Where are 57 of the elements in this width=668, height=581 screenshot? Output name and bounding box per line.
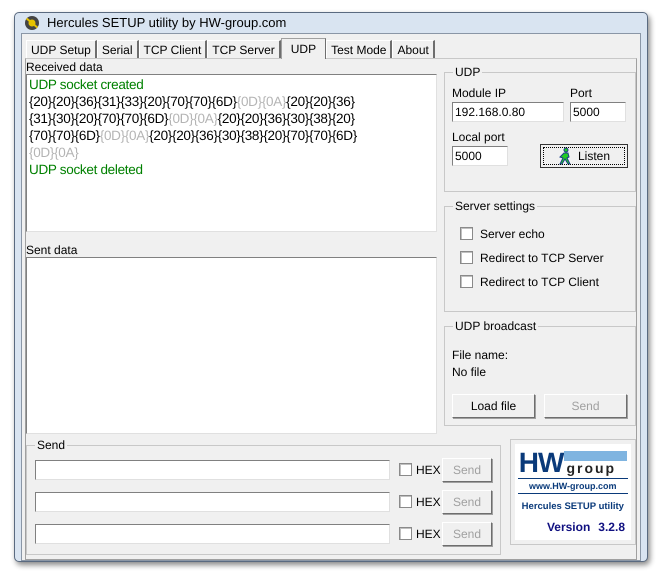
send-input[interactable] — [35, 524, 390, 544]
tab[interactable]: UDP — [280, 38, 326, 58]
version-label: Version — [546, 518, 590, 536]
data-bytes: {20}{20}{36}{31}{33}{20}{70}{70}{6D} — [29, 92, 237, 110]
hex-label: HEX — [416, 526, 442, 542]
control-bytes: {0D}{0A} — [29, 144, 78, 160]
checkbox[interactable] — [460, 275, 473, 288]
tab[interactable]: TCP Client — [138, 40, 208, 58]
file-name-value: No file — [452, 364, 488, 380]
option-label: Redirect to TCP Client — [480, 274, 599, 288]
file-name-label: File name: — [452, 346, 510, 364]
tab[interactable]: Test Mode — [326, 40, 392, 58]
data-bytes: {20}{20}{36}{30}{38}{20}{70}{70}{6D} — [149, 126, 357, 144]
tab[interactable]: About — [392, 40, 435, 58]
module-ip-label: Module IP — [452, 84, 508, 102]
product-name: Hercules SETUP utility — [522, 500, 624, 514]
hex-label: HEX — [416, 462, 442, 478]
sent-data-label: Sent data — [26, 242, 78, 256]
data-bytes: {20}{20}{36} — [286, 92, 355, 110]
data-bytes: {31}{30}{20}{70}{70}{6D} — [29, 110, 168, 126]
local-port-label: Local port — [452, 128, 506, 146]
module-ip-field[interactable]: 192.168.0.80 — [452, 102, 564, 122]
control-bytes: {0D}{0A} — [100, 126, 150, 144]
status-message: UDP socket deleted — [29, 160, 144, 178]
group-title: Send — [35, 438, 68, 452]
logo-mark: HW — [518, 450, 564, 474]
received-data-label: Received data — [26, 60, 104, 74]
port-label: Port — [570, 84, 594, 102]
listen-button[interactable]: Listen — [540, 144, 628, 168]
send-input[interactable] — [35, 460, 390, 480]
tab[interactable]: Serial — [96, 40, 138, 58]
data-bytes: {20}{20}{36}{30}{38}{20} — [218, 110, 355, 126]
option-label: Redirect to TCP Server — [480, 250, 604, 264]
logo-bar — [564, 450, 627, 460]
hex-label: HEX — [416, 494, 442, 510]
window-title: Hercules SETUP utility by HW-group.com — [47, 14, 286, 32]
control-bytes: {0D}{0A} — [236, 92, 286, 110]
local-port-field[interactable]: 5000 — [452, 146, 508, 166]
group-title: UDP — [453, 64, 482, 78]
port-field[interactable]: 5000 — [570, 102, 626, 122]
data-bytes: {70}{70}{6D} — [29, 126, 100, 144]
logo-url: www.HW-group.com — [518, 478, 628, 494]
checkbox[interactable] — [460, 251, 473, 264]
group-title: Server settings — [453, 198, 538, 212]
logo-group: group — [566, 460, 627, 474]
walking-figure-icon — [558, 146, 572, 164]
send-input[interactable] — [35, 492, 390, 512]
load-file-button[interactable]: Load file — [452, 394, 535, 418]
app-icon — [23, 14, 41, 32]
status-message: UDP socket created — [29, 76, 144, 92]
tab[interactable]: TCP Server — [207, 40, 281, 58]
checkbox[interactable] — [460, 227, 473, 240]
group-title: UDP broadcast — [453, 318, 538, 332]
option-label: Server echo — [480, 226, 545, 240]
control-bytes: {0D}{0A} — [168, 110, 218, 126]
version-number: 3.2.8 — [598, 518, 625, 536]
tab[interactable]: UDP Setup — [26, 40, 97, 58]
